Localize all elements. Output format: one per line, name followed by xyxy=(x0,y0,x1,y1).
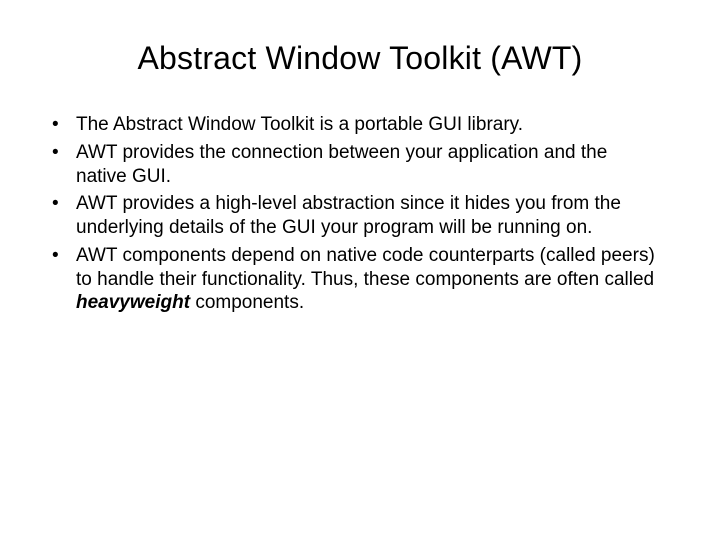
bullet-text: AWT provides the connection between your… xyxy=(76,142,607,187)
slide: Abstract Window Toolkit (AWT) The Abstra… xyxy=(0,0,720,540)
bullet-text-suffix: components. xyxy=(190,292,304,313)
list-item: AWT components depend on native code cou… xyxy=(44,244,660,315)
list-item: The Abstract Window Toolkit is a portabl… xyxy=(44,113,660,137)
bullet-text-emph: heavyweight xyxy=(76,292,190,313)
bullet-text-prefix: AWT components depend on native code cou… xyxy=(76,245,655,290)
bullet-text: AWT provides a high-level abstraction si… xyxy=(76,193,621,238)
bullet-list: The Abstract Window Toolkit is a portabl… xyxy=(40,113,680,315)
slide-title: Abstract Window Toolkit (AWT) xyxy=(40,40,680,77)
list-item: AWT provides a high-level abstraction si… xyxy=(44,192,660,240)
list-item: AWT provides the connection between your… xyxy=(44,141,660,189)
bullet-text: The Abstract Window Toolkit is a portabl… xyxy=(76,114,523,135)
